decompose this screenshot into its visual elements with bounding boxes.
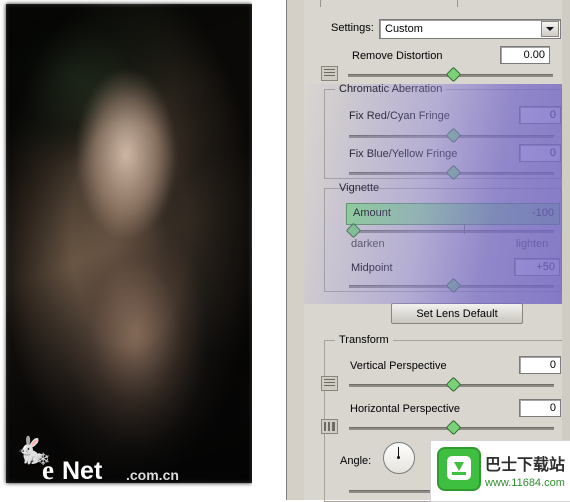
panel-content: Settings: Custom ▶ Remove Distortion 0.0… xyxy=(304,0,570,502)
vignette-midpoint-value-text: +50 xyxy=(536,261,555,273)
set-lens-default-button[interactable]: Set Lens Default xyxy=(391,303,523,324)
transform-title: Transform xyxy=(335,334,393,346)
watermark-domain: .com.cn xyxy=(126,467,179,483)
remove-distortion-label: Remove Distortion xyxy=(352,50,443,62)
set-lens-default-label: Set Lens Default xyxy=(416,307,498,320)
vignette-amount-field[interactable]: Amount -100 xyxy=(346,203,560,225)
fix-red-cyan-value-text: 0 xyxy=(549,109,556,121)
settings-label: Settings: xyxy=(331,22,374,34)
ad-url[interactable]: www.11684.com xyxy=(485,477,565,489)
preview-photo xyxy=(6,4,252,483)
vignette-midpoint-value[interactable]: +50 xyxy=(514,258,560,276)
perspective-horizontal-icon[interactable] xyxy=(321,419,338,434)
vertical-perspective-label: Vertical Perspective xyxy=(350,360,447,372)
fix-blue-yellow-label: Fix Blue/Yellow Fringe xyxy=(349,148,458,160)
vignette-amount-slider-track[interactable] xyxy=(348,230,554,233)
vertical-perspective-value-text: 0 xyxy=(549,359,556,371)
watermark-brand-e: e xyxy=(42,455,54,485)
preview-scrollbar[interactable] xyxy=(286,0,305,500)
grid-lines-icon[interactable] xyxy=(321,66,338,81)
horizontal-perspective-label: Horizontal Perspective xyxy=(350,403,461,415)
vignette-amount-label: Amount xyxy=(353,207,391,219)
lens-correction-panel: Settings: Custom ▶ Remove Distortion 0.0… xyxy=(304,0,570,502)
horizontal-perspective-value-text: 0 xyxy=(549,402,556,414)
settings-dropdown[interactable]: Custom xyxy=(379,19,561,39)
fix-red-cyan-label: Fix Red/Cyan Fringe xyxy=(349,110,450,122)
perspective-vertical-icon[interactable] xyxy=(321,376,338,391)
vignette-lighten-label: lighten xyxy=(516,238,549,250)
ad-title: 巴士下载站 xyxy=(485,457,566,474)
remove-distortion-value[interactable]: 0.00 xyxy=(500,46,550,64)
app-window: 🐇 ❄ e Net .com.cn Settings: Custom ▶ Rem… xyxy=(0,0,570,502)
vignette-darken-label: darken xyxy=(351,238,385,250)
remove-distortion-value-text: 0.00 xyxy=(523,49,545,61)
vignette-midpoint-label: Midpoint xyxy=(351,262,393,274)
watermark-brand-net: Net xyxy=(62,457,103,485)
chromatic-aberration-group: Chromatic Aberration xyxy=(324,83,562,179)
ad-overlay[interactable]: 巴士下载站 www.11684.com xyxy=(430,440,570,502)
fix-red-cyan-value[interactable]: 0 xyxy=(519,106,561,124)
fix-blue-yellow-value[interactable]: 0 xyxy=(519,144,561,162)
chevron-down-icon[interactable] xyxy=(541,21,559,37)
fix-blue-yellow-value-text: 0 xyxy=(549,147,556,159)
watermark: 🐇 ❄ e Net .com.cn xyxy=(14,437,184,489)
settings-value: Custom xyxy=(385,23,423,35)
chromatic-aberration-title: Chromatic Aberration xyxy=(335,83,447,95)
download-badge-icon xyxy=(437,447,481,491)
angle-label: Angle: xyxy=(340,455,372,467)
horizontal-perspective-value[interactable]: 0 xyxy=(519,399,561,417)
vignette-amount-value: -100 xyxy=(531,207,554,219)
image-preview-area[interactable]: 🐇 ❄ e Net .com.cn xyxy=(0,0,305,500)
panel-scrollbar[interactable] xyxy=(562,0,570,500)
angle-dial-icon[interactable] xyxy=(383,442,415,474)
vertical-perspective-value[interactable]: 0 xyxy=(519,356,561,374)
vignette-amount-slider-center-tick xyxy=(464,224,465,234)
vignette-title: Vignette xyxy=(339,182,380,194)
remove-distortion-slider-thumb[interactable] xyxy=(445,66,462,83)
